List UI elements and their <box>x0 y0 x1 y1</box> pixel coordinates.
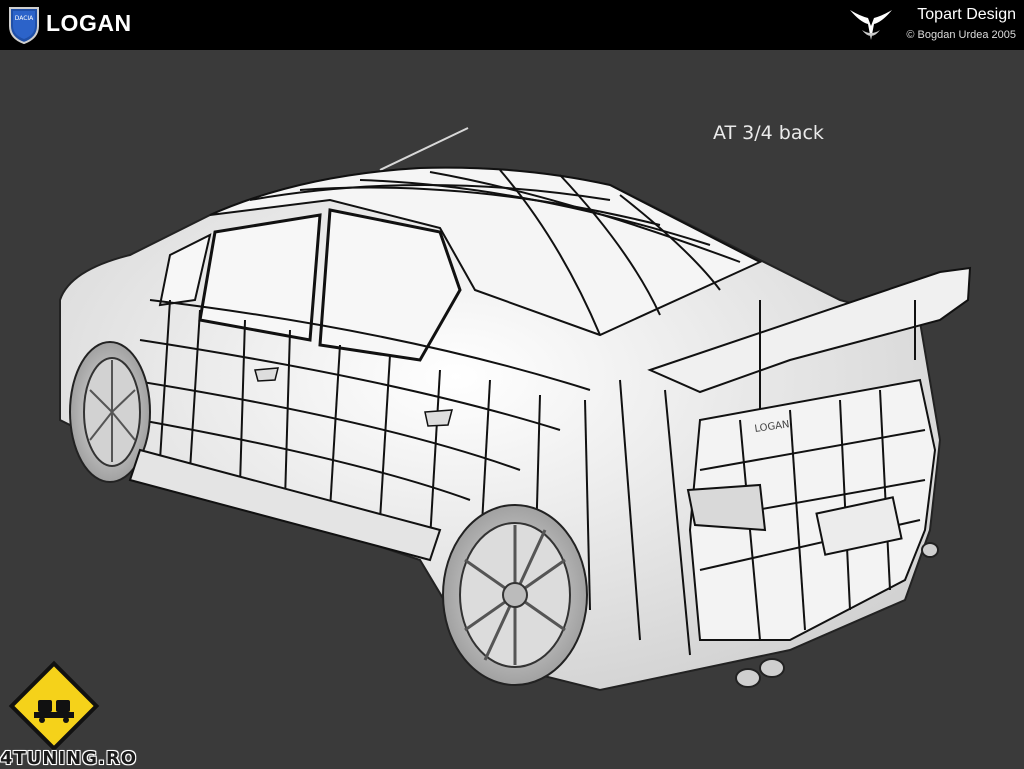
studio-credit: © Bogdan Urdea 2005 <box>906 29 1016 41</box>
tail-light <box>686 483 767 532</box>
brand-logo-text: DACIA <box>15 15 34 22</box>
wireframe-car-render: LOGAN <box>59 127 972 692</box>
warning-sign-icon <box>8 660 100 752</box>
rear-wheel <box>442 504 588 686</box>
door-handle <box>424 409 453 427</box>
door-handle <box>254 367 279 382</box>
view-label: AT 3/4 back <box>713 122 824 144</box>
topart-wings-icon <box>850 10 892 40</box>
antenna <box>379 127 469 171</box>
brand-name: LOGAN <box>46 10 132 36</box>
site-name: 4TUNING.RO <box>0 748 138 769</box>
dacia-shield-icon: DACIA <box>9 7 39 44</box>
header-bar: DACIA LOGAN Topart Design © Bogdan Urdea… <box>0 0 1024 50</box>
studio-name: Topart Design <box>917 6 1016 23</box>
